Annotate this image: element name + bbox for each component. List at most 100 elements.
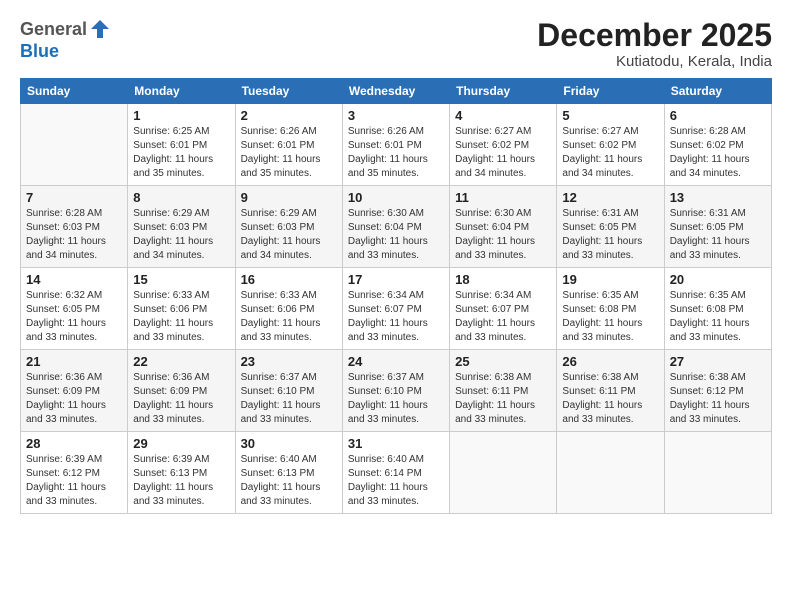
calendar-cell: 8Sunrise: 6:29 AM Sunset: 6:03 PM Daylig…: [128, 186, 235, 268]
weekday-header: Thursday: [450, 79, 557, 104]
day-info: Sunrise: 6:28 AM Sunset: 6:02 PM Dayligh…: [670, 125, 766, 181]
calendar-cell: 28 Sunrise: 6:39 AM Sunset: 6:12 PM Dayli…: [21, 432, 128, 514]
calendar-cell: 1Sunrise: 6:25 AM Sunset: 6:01 PM Daylig…: [128, 104, 235, 186]
day-info: Sunrise: 6:35 AM Sunset: 6:08 PM Dayligh…: [670, 289, 766, 345]
day-number: 9: [241, 190, 337, 205]
calendar-cell: 9 Sunrise: 6:29 AM Sunset: 6:03 PM Daylig…: [235, 186, 342, 268]
weekday-header: Monday: [128, 79, 235, 104]
calendar-cell: 2 Sunrise: 6:26 AM Sunset: 6:01 PM Daylig…: [235, 104, 342, 186]
day-info: Sunrise: 6:29 AM Sunset: 6:03 PM Dayligh…: [241, 207, 337, 263]
calendar-cell: 29 Sunrise: 6:39 AM Sunset: 6:13 PM Dayli…: [128, 432, 235, 514]
day-info: Sunrise: 6:25 AM Sunset: 6:01 PM Dayligh…: [133, 125, 229, 181]
calendar-cell: 19 Sunrise: 6:35 AM Sunset: 6:08 PM Dayli…: [557, 268, 664, 350]
day-number: 18: [455, 272, 551, 287]
day-info: Sunrise: 6:30 AM Sunset: 6:04 PM Dayligh…: [348, 207, 444, 263]
day-number: 22: [133, 354, 229, 369]
day-info: Sunrise: 6:27 AM Sunset: 6:02 PM Dayligh…: [455, 125, 551, 181]
calendar-cell: 17Sunrise: 6:34 AM Sunset: 6:07 PM Dayli…: [342, 268, 449, 350]
weekday-header: Friday: [557, 79, 664, 104]
day-info: Sunrise: 6:39 AM Sunset: 6:12 PM Dayligh…: [26, 453, 122, 509]
calendar-cell: 15Sunrise: 6:33 AM Sunset: 6:06 PM Dayli…: [128, 268, 235, 350]
calendar-cell: [21, 104, 128, 186]
calendar-cell: 16Sunrise: 6:33 AM Sunset: 6:06 PM Dayli…: [235, 268, 342, 350]
day-number: 26: [562, 354, 658, 369]
day-info: Sunrise: 6:39 AM Sunset: 6:13 PM Dayligh…: [133, 453, 229, 509]
day-number: 3: [348, 108, 444, 123]
day-number: 10: [348, 190, 444, 205]
calendar-cell: 26 Sunrise: 6:38 AM Sunset: 6:11 PM Dayli…: [557, 350, 664, 432]
calendar-cell: 23 Sunrise: 6:37 AM Sunset: 6:10 PM Dayli…: [235, 350, 342, 432]
calendar-week-row: 14Sunrise: 6:32 AM Sunset: 6:05 PM Dayli…: [21, 268, 772, 350]
day-info: Sunrise: 6:28 AM Sunset: 6:03 PM Dayligh…: [26, 207, 122, 263]
day-info: Sunrise: 6:26 AM Sunset: 6:01 PM Dayligh…: [241, 125, 337, 181]
day-info: Sunrise: 6:38 AM Sunset: 6:12 PM Dayligh…: [670, 371, 766, 427]
calendar-week-row: 28 Sunrise: 6:39 AM Sunset: 6:12 PM Dayli…: [21, 432, 772, 514]
day-info: Sunrise: 6:37 AM Sunset: 6:10 PM Dayligh…: [241, 371, 337, 427]
logo: General Blue: [20, 18, 111, 62]
day-info: Sunrise: 6:38 AM Sunset: 6:11 PM Dayligh…: [455, 371, 551, 427]
day-number: 6: [670, 108, 766, 123]
calendar-cell: 14Sunrise: 6:32 AM Sunset: 6:05 PM Dayli…: [21, 268, 128, 350]
weekday-header: Tuesday: [235, 79, 342, 104]
calendar: SundayMondayTuesdayWednesdayThursdayFrid…: [20, 78, 772, 514]
calendar-cell: 3 Sunrise: 6:26 AM Sunset: 6:01 PM Daylig…: [342, 104, 449, 186]
day-number: 25: [455, 354, 551, 369]
day-number: 30: [241, 436, 337, 451]
weekday-header: Wednesday: [342, 79, 449, 104]
page: General Blue December 2025 Kutiatodu, Ke…: [0, 0, 792, 612]
day-number: 19: [562, 272, 658, 287]
calendar-cell: [557, 432, 664, 514]
calendar-cell: 11 Sunrise: 6:30 AM Sunset: 6:04 PM Dayli…: [450, 186, 557, 268]
day-info: Sunrise: 6:38 AM Sunset: 6:11 PM Dayligh…: [562, 371, 658, 427]
header-area: General Blue December 2025 Kutiatodu, Ke…: [20, 18, 772, 70]
calendar-week-row: 1Sunrise: 6:25 AM Sunset: 6:01 PM Daylig…: [21, 104, 772, 186]
logo-icon: [89, 18, 111, 40]
calendar-cell: 21Sunrise: 6:36 AM Sunset: 6:09 PM Dayli…: [21, 350, 128, 432]
day-number: 14: [26, 272, 122, 287]
day-number: 20: [670, 272, 766, 287]
day-number: 28: [26, 436, 122, 451]
calendar-cell: 10 Sunrise: 6:30 AM Sunset: 6:04 PM Dayli…: [342, 186, 449, 268]
calendar-week-row: 21Sunrise: 6:36 AM Sunset: 6:09 PM Dayli…: [21, 350, 772, 432]
calendar-cell: 12Sunrise: 6:31 AM Sunset: 6:05 PM Dayli…: [557, 186, 664, 268]
calendar-cell: 24Sunrise: 6:37 AM Sunset: 6:10 PM Dayli…: [342, 350, 449, 432]
day-number: 27: [670, 354, 766, 369]
day-number: 7: [26, 190, 122, 205]
day-number: 12: [562, 190, 658, 205]
day-number: 5: [562, 108, 658, 123]
day-info: Sunrise: 6:33 AM Sunset: 6:06 PM Dayligh…: [133, 289, 229, 345]
day-number: 16: [241, 272, 337, 287]
day-info: Sunrise: 6:40 AM Sunset: 6:14 PM Dayligh…: [348, 453, 444, 509]
day-info: Sunrise: 6:36 AM Sunset: 6:09 PM Dayligh…: [133, 371, 229, 427]
day-number: 24: [348, 354, 444, 369]
calendar-cell: [450, 432, 557, 514]
calendar-cell: [664, 432, 771, 514]
day-number: 2: [241, 108, 337, 123]
location-title: Kutiatodu, Kerala, India: [537, 53, 772, 70]
day-info: Sunrise: 6:26 AM Sunset: 6:01 PM Dayligh…: [348, 125, 444, 181]
weekday-header: Sunday: [21, 79, 128, 104]
day-info: Sunrise: 6:36 AM Sunset: 6:09 PM Dayligh…: [26, 371, 122, 427]
day-info: Sunrise: 6:40 AM Sunset: 6:13 PM Dayligh…: [241, 453, 337, 509]
day-info: Sunrise: 6:35 AM Sunset: 6:08 PM Dayligh…: [562, 289, 658, 345]
calendar-cell: 27 Sunrise: 6:38 AM Sunset: 6:12 PM Dayli…: [664, 350, 771, 432]
day-number: 11: [455, 190, 551, 205]
day-info: Sunrise: 6:29 AM Sunset: 6:03 PM Dayligh…: [133, 207, 229, 263]
day-number: 17: [348, 272, 444, 287]
day-info: Sunrise: 6:30 AM Sunset: 6:04 PM Dayligh…: [455, 207, 551, 263]
calendar-cell: 31Sunrise: 6:40 AM Sunset: 6:14 PM Dayli…: [342, 432, 449, 514]
month-title: December 2025: [537, 18, 772, 53]
calendar-cell: 5 Sunrise: 6:27 AM Sunset: 6:02 PM Daylig…: [557, 104, 664, 186]
calendar-cell: 20 Sunrise: 6:35 AM Sunset: 6:08 PM Dayli…: [664, 268, 771, 350]
day-info: Sunrise: 6:27 AM Sunset: 6:02 PM Dayligh…: [562, 125, 658, 181]
calendar-cell: 4Sunrise: 6:27 AM Sunset: 6:02 PM Daylig…: [450, 104, 557, 186]
logo-general: General: [20, 20, 87, 40]
day-number: 23: [241, 354, 337, 369]
title-area: December 2025 Kutiatodu, Kerala, India: [537, 18, 772, 70]
calendar-cell: 6 Sunrise: 6:28 AM Sunset: 6:02 PM Daylig…: [664, 104, 771, 186]
calendar-cell: 13Sunrise: 6:31 AM Sunset: 6:05 PM Dayli…: [664, 186, 771, 268]
calendar-cell: 22 Sunrise: 6:36 AM Sunset: 6:09 PM Dayli…: [128, 350, 235, 432]
calendar-week-row: 7 Sunrise: 6:28 AM Sunset: 6:03 PM Daylig…: [21, 186, 772, 268]
calendar-cell: 7 Sunrise: 6:28 AM Sunset: 6:03 PM Daylig…: [21, 186, 128, 268]
day-number: 29: [133, 436, 229, 451]
